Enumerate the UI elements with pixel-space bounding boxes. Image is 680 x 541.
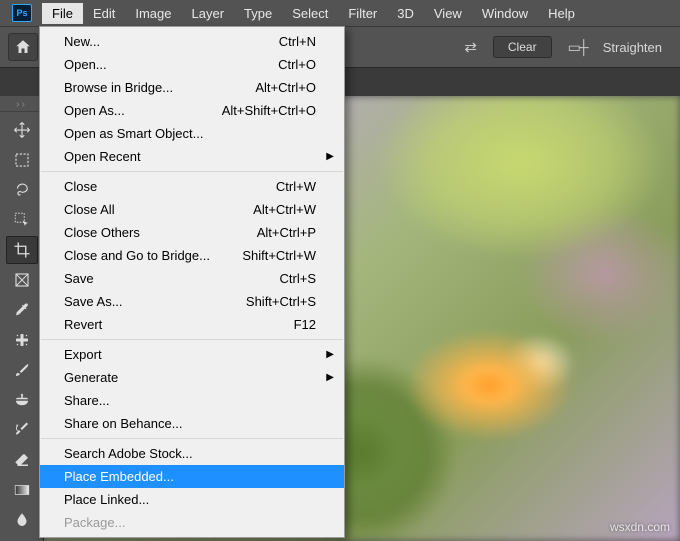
menu-item-label: Close Others (64, 225, 257, 240)
straighten-icon[interactable]: ▭┼ (568, 39, 587, 56)
menu-item-shortcut: Ctrl+O (278, 57, 316, 72)
menu-item-label: Share on Behance... (64, 416, 316, 431)
menu-3d[interactable]: 3D (387, 3, 424, 24)
quick-select-tool[interactable] (6, 206, 38, 234)
menu-item-close-others[interactable]: Close OthersAlt+Ctrl+P (40, 221, 344, 244)
menu-item-shortcut: Ctrl+S (280, 271, 316, 286)
menu-separator (41, 438, 343, 439)
clear-button[interactable]: Clear (493, 36, 552, 58)
menu-item-close-all[interactable]: Close AllAlt+Ctrl+W (40, 198, 344, 221)
menu-item-label: New... (64, 34, 279, 49)
menu-item-shortcut: Ctrl+N (279, 34, 316, 49)
menu-item-label: Save (64, 271, 280, 286)
menu-item-label: Open... (64, 57, 278, 72)
photoshop-app-icon: Ps (12, 4, 32, 22)
menu-type[interactable]: Type (234, 3, 282, 24)
menu-layer[interactable]: Layer (182, 3, 235, 24)
menu-item-shortcut: Ctrl+W (276, 179, 316, 194)
submenu-arrow-icon: ▶ (326, 151, 334, 162)
menu-filter[interactable]: Filter (338, 3, 387, 24)
menu-item-package: Package... (40, 511, 344, 534)
menu-image[interactable]: Image (125, 3, 181, 24)
menu-item-shortcut: Alt+Ctrl+O (255, 80, 316, 95)
move-tool[interactable] (6, 116, 38, 144)
menu-item-new[interactable]: New...Ctrl+N (40, 30, 344, 53)
crop-tool[interactable] (6, 236, 38, 264)
blur-tool[interactable] (6, 506, 38, 534)
menu-item-place-linked[interactable]: Place Linked... (40, 488, 344, 511)
menu-window[interactable]: Window (472, 3, 538, 24)
menu-item-label: Search Adobe Stock... (64, 446, 316, 461)
menu-item-revert[interactable]: RevertF12 (40, 313, 344, 336)
menu-file[interactable]: File (42, 3, 83, 24)
eyedropper-tool[interactable] (6, 296, 38, 324)
menu-item-shortcut: Alt+Ctrl+W (253, 202, 316, 217)
menu-item-open-recent[interactable]: Open Recent ▶ (40, 145, 344, 168)
file-menu-dropdown: New...Ctrl+NOpen...Ctrl+OBrowse in Bridg… (39, 26, 345, 538)
eraser-tool[interactable] (6, 446, 38, 474)
menu-item-generate[interactable]: Generate ▶ (40, 366, 344, 389)
menu-item-open-as-smart-object[interactable]: Open as Smart Object... (40, 122, 344, 145)
menu-item-label: Save As... (64, 294, 246, 309)
menu-item-shortcut: F12 (294, 317, 316, 332)
history-brush-tool[interactable] (6, 416, 38, 444)
menu-item-close-and-go-to-bridge[interactable]: Close and Go to Bridge...Shift+Ctrl+W (40, 244, 344, 267)
menu-item-label: Close (64, 179, 276, 194)
menu-item-label: Open As... (64, 103, 222, 118)
clone-stamp-tool[interactable] (6, 386, 38, 414)
menu-item-save-as[interactable]: Save As...Shift+Ctrl+S (40, 290, 344, 313)
toolbar-expand-handle[interactable]: ›› (0, 98, 43, 112)
menu-item-export[interactable]: Export ▶ (40, 343, 344, 366)
home-button[interactable] (8, 33, 38, 61)
menu-item-shortcut: Shift+Ctrl+S (246, 294, 316, 309)
menu-item-label: Open as Smart Object... (64, 126, 316, 141)
menu-item-shortcut: Shift+Ctrl+W (242, 248, 316, 263)
menu-item-open[interactable]: Open...Ctrl+O (40, 53, 344, 76)
watermark-text: wsxdn.com (610, 520, 670, 534)
menu-item-label: Package... (64, 515, 316, 530)
menu-item-browse-in-bridge[interactable]: Browse in Bridge...Alt+Ctrl+O (40, 76, 344, 99)
menu-item-search-adobe-stock[interactable]: Search Adobe Stock... (40, 442, 344, 465)
straighten-label[interactable]: Straighten (603, 40, 662, 55)
menu-help[interactable]: Help (538, 3, 585, 24)
menu-item-share-on-behance[interactable]: Share on Behance... (40, 412, 344, 435)
menu-item-share[interactable]: Share... (40, 389, 344, 412)
menu-separator (41, 339, 343, 340)
menu-item-label: Export (64, 347, 316, 362)
gradient-tool[interactable] (6, 476, 38, 504)
menu-edit[interactable]: Edit (83, 3, 125, 24)
home-icon (14, 38, 32, 56)
menu-item-label: Place Linked... (64, 492, 316, 507)
tools-panel: ›› (0, 96, 44, 541)
brush-tool[interactable] (6, 356, 38, 384)
menu-select[interactable]: Select (282, 3, 338, 24)
menu-item-label: Open Recent (64, 149, 316, 164)
menu-item-place-embedded[interactable]: Place Embedded... (40, 465, 344, 488)
swap-icon[interactable]: ⇄ (464, 38, 477, 56)
menu-item-open-as[interactable]: Open As...Alt+Shift+Ctrl+O (40, 99, 344, 122)
menu-item-label: Browse in Bridge... (64, 80, 255, 95)
menu-bar: Ps File Edit Image Layer Type Select Fil… (0, 0, 680, 26)
menu-separator (41, 171, 343, 172)
menu-item-shortcut: Alt+Ctrl+P (257, 225, 316, 240)
submenu-arrow-icon: ▶ (326, 349, 334, 360)
menu-item-label: Generate (64, 370, 316, 385)
menu-item-shortcut: Alt+Shift+Ctrl+O (222, 103, 316, 118)
submenu-arrow-icon: ▶ (326, 372, 334, 383)
frame-tool[interactable] (6, 266, 38, 294)
marquee-tool[interactable] (6, 146, 38, 174)
menu-item-close[interactable]: CloseCtrl+W (40, 175, 344, 198)
menu-item-label: Close All (64, 202, 253, 217)
healing-brush-tool[interactable] (6, 326, 38, 354)
lasso-tool[interactable] (6, 176, 38, 204)
menu-item-label: Place Embedded... (64, 469, 316, 484)
menu-item-label: Close and Go to Bridge... (64, 248, 242, 263)
menu-view[interactable]: View (424, 3, 472, 24)
menu-item-save[interactable]: SaveCtrl+S (40, 267, 344, 290)
menu-item-label: Revert (64, 317, 294, 332)
menu-item-label: Share... (64, 393, 316, 408)
